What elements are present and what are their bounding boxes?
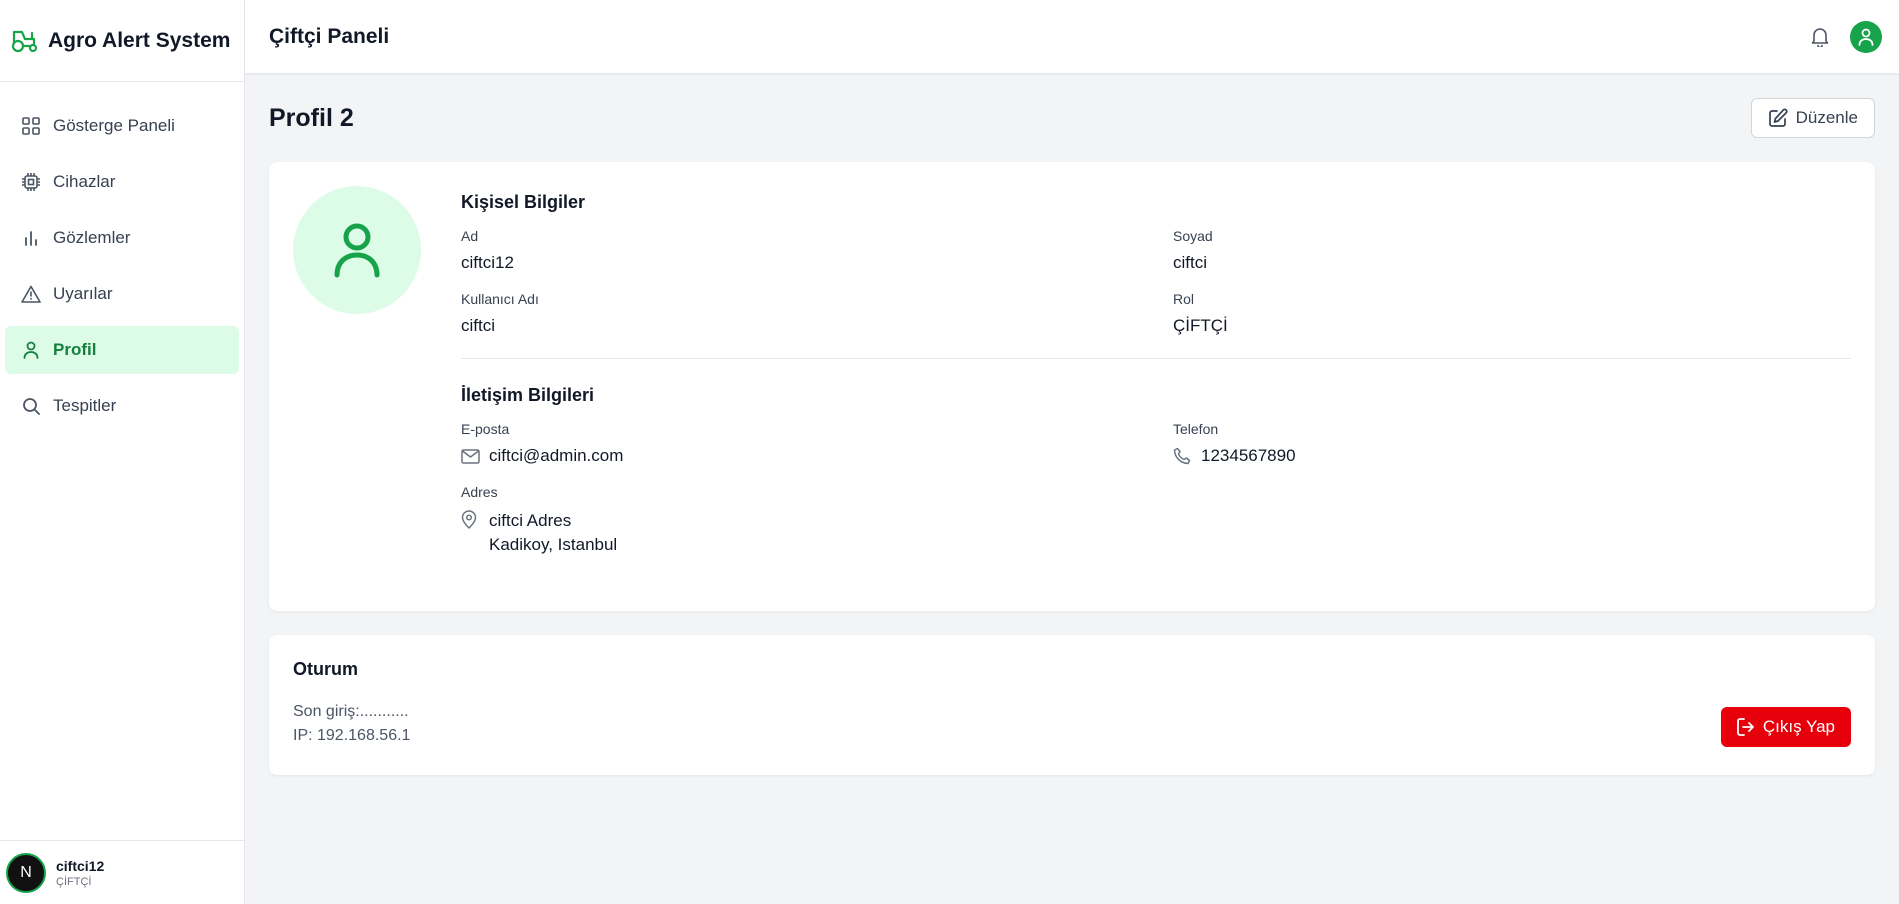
address-field: Adres ciftci Adres Kadikoy, Istanbul [461, 484, 1173, 557]
bell-icon[interactable] [1808, 25, 1832, 49]
dashboard-grid-icon [21, 116, 41, 136]
phone-value: 1234567890 [1201, 446, 1296, 465]
user-icon [1858, 28, 1874, 46]
tractor-icon [10, 26, 40, 56]
field-label: E-posta [461, 421, 510, 437]
phone-icon [1173, 446, 1193, 466]
last-login: Son giriş:........... [293, 703, 409, 720]
user-icon [334, 223, 380, 278]
field-value: 1234567890 [1173, 446, 1851, 466]
field-label: Telefon [1173, 421, 1219, 437]
address-line: Kadikoy, Istanbul [489, 535, 618, 554]
contact-info-title: İletişim Bilgileri [461, 385, 595, 405]
section-divider [461, 358, 1851, 359]
sidebar-item-label: Gösterge Paneli [53, 116, 175, 135]
session-card: Oturum Son giriş:........... IP: 192.168… [269, 635, 1875, 775]
search-icon [21, 396, 41, 416]
field-value: ciftci [1173, 253, 1207, 272]
session-info: Son giriş:........... IP: 192.168.56.1 [293, 700, 1851, 748]
avatar: N [6, 852, 46, 893]
map-pin-icon [461, 509, 481, 529]
mail-icon [461, 446, 481, 466]
sidebar-item-profile[interactable]: Profil [5, 326, 239, 374]
page-title: Profil 2 [269, 103, 354, 132]
edit-button[interactable]: Düzenle [1750, 98, 1875, 138]
sidebar-item-observations[interactable]: Gözlemler [5, 214, 239, 262]
address-line: ciftci Adres [489, 511, 572, 530]
username-field: Kullanıcı Adı ciftci [461, 291, 1173, 336]
bar-chart-icon [21, 228, 41, 248]
field-value: ciftci12 [461, 253, 514, 272]
logout-button[interactable]: Çıkış Yap [1720, 707, 1851, 747]
logout-button-label: Çıkış Yap [1762, 717, 1835, 736]
field-value: ciftci@admin.com [461, 446, 1173, 466]
edit-icon [1768, 108, 1788, 128]
email-value: ciftci@admin.com [489, 446, 624, 465]
session-title: Oturum [293, 659, 358, 679]
sidebar-item-detections[interactable]: Tespitler [5, 382, 239, 430]
header-title: Çiftçi Paneli [269, 24, 390, 48]
profile-avatar [293, 186, 421, 314]
sidebar-item-devices[interactable]: Cihazlar [5, 158, 239, 206]
role-field: Rol ÇİFTÇİ [1173, 291, 1851, 336]
field-label: Adres [461, 484, 498, 500]
sidebar-nav: Gösterge Paneli Cihazlar Gözlemler Uyarı… [0, 82, 244, 430]
sidebar-item-label: Cihazlar [53, 172, 116, 191]
sidebar-item-alerts[interactable]: Uyarılar [5, 270, 239, 318]
page-header: Profil 2 Düzenle [269, 74, 1875, 162]
email-field: E-posta ciftci@admin.com [461, 421, 1173, 466]
topbar: Çiftçi Paneli [245, 0, 1899, 74]
field-value: ciftci [461, 316, 495, 335]
field-label: Soyad [1173, 228, 1213, 244]
address-value: ciftci Adres Kadikoy, Istanbul [489, 509, 617, 557]
user-icon [21, 340, 41, 360]
sidebar-user[interactable]: N ciftci12 ÇİFTÇİ [0, 840, 244, 904]
personal-info-title: Kişisel Bilgiler [461, 192, 586, 212]
first-name-field: Ad ciftci12 [461, 228, 1173, 273]
profile-card: Kişisel Bilgiler Ad ciftci12 Soyad ciftc… [269, 162, 1875, 611]
field-value: ÇİFTÇİ [1173, 316, 1228, 335]
main-content: Profil 2 Düzenle Kişisel Bilgiler Ad cif… [245, 74, 1899, 904]
phone-field: Telefon 1234567890 [1173, 421, 1851, 466]
app-title: Agro Alert System [48, 28, 231, 52]
chip-icon [21, 172, 41, 192]
warning-triangle-icon [21, 284, 41, 304]
sidebar-item-label: Uyarılar [53, 284, 113, 303]
sidebar-item-label: Gözlemler [53, 228, 131, 247]
sidebar-item-label: Tespitler [53, 396, 117, 415]
sidebar: Agro Alert System Gösterge Paneli Cihazl… [0, 0, 245, 904]
logout-icon [1736, 718, 1755, 736]
user-menu-button[interactable] [1850, 21, 1882, 53]
ip-address: IP: 192.168.56.1 [293, 727, 411, 744]
brand[interactable]: Agro Alert System [0, 0, 244, 82]
profile-info: Kişisel Bilgiler Ad ciftci12 Soyad ciftc… [461, 188, 1851, 575]
field-value: ciftci Adres Kadikoy, Istanbul [461, 509, 1173, 557]
field-label: Rol [1173, 291, 1195, 307]
sidebar-item-label: Profil [53, 340, 97, 359]
user-role: ÇİFTÇİ [56, 875, 92, 888]
last-name-field: Soyad ciftci [1173, 228, 1851, 273]
field-label: Kullanıcı Adı [461, 291, 539, 307]
sidebar-item-dashboard[interactable]: Gösterge Paneli [5, 102, 239, 150]
user-name: ciftci12 [56, 857, 105, 874]
edit-button-label: Düzenle [1795, 108, 1858, 127]
field-label: Ad [461, 228, 479, 244]
